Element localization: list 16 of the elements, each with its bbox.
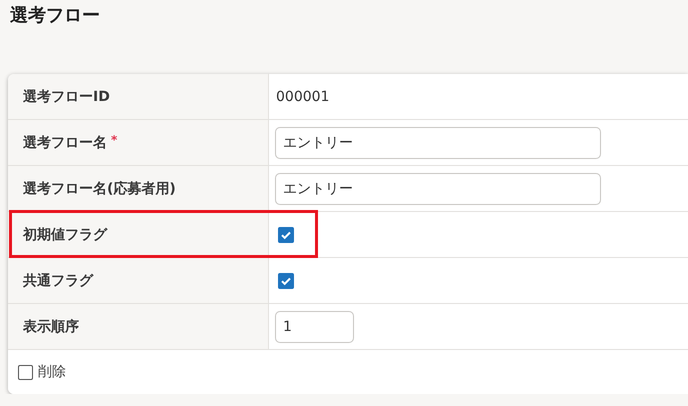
field-label: 選考フロー名 (23, 134, 107, 152)
field-label: 初期値フラグ (23, 226, 107, 244)
field-label: 共通フラグ (23, 272, 93, 290)
field-label: 表示順序 (23, 318, 79, 336)
field-value: 000001 (275, 88, 330, 104)
checkbox[interactable] (278, 272, 294, 288)
checkbox-label: 削除 (38, 363, 66, 381)
page-title: 選考フロー (10, 4, 101, 28)
required-mark: * (111, 132, 118, 146)
input-field[interactable]: エントリー (275, 126, 601, 158)
checkbox[interactable] (278, 226, 294, 242)
field-label: 選考フロー名(応募者用) (23, 180, 176, 198)
checkbox[interactable] (18, 364, 33, 380)
input-field[interactable]: エントリー (275, 172, 601, 204)
input-field[interactable]: 1 (275, 310, 354, 342)
field-label: 選考フローID (23, 88, 110, 106)
